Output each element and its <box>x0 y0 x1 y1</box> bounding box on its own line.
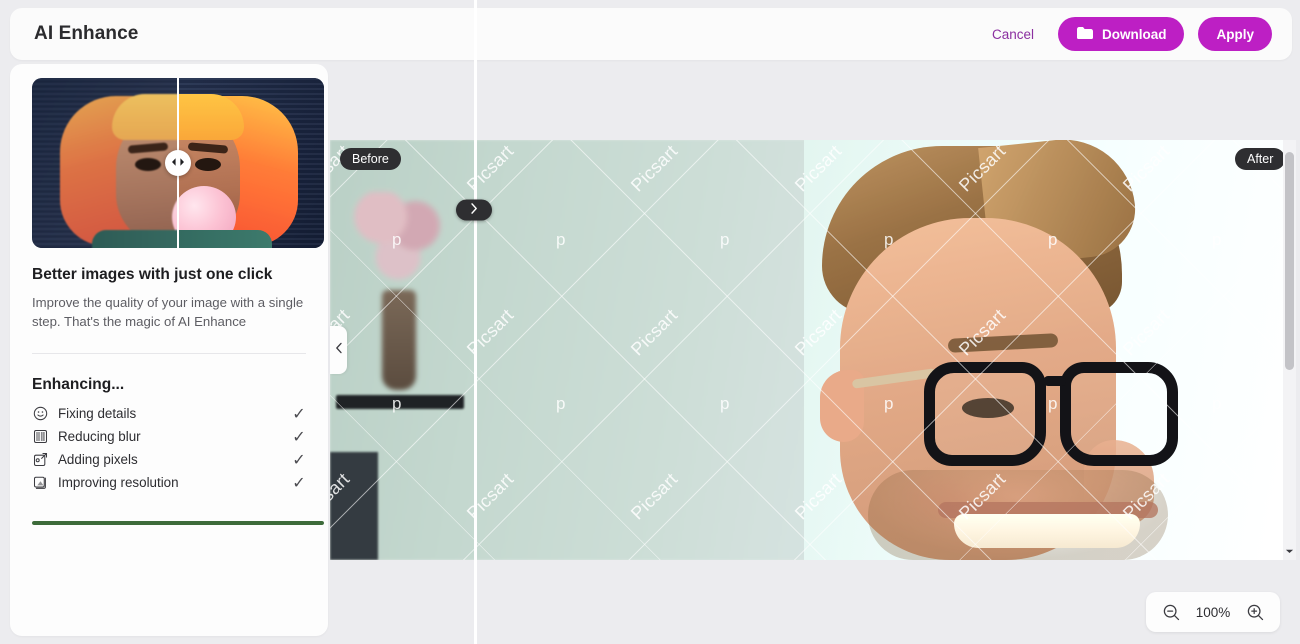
chevron-right-icon <box>470 201 478 219</box>
chevron-left-icon <box>335 341 343 359</box>
download-tray-icon <box>1076 26 1094 43</box>
resolution-icon <box>32 474 49 491</box>
page-title: AI Enhance <box>34 23 139 44</box>
preview-before-half <box>32 78 178 248</box>
zoom-control-bar: 100% <box>1146 592 1280 632</box>
image-before-half <box>330 140 804 560</box>
preview-compare-handle[interactable] <box>165 150 191 176</box>
cancel-button[interactable]: Cancel <box>982 21 1044 48</box>
list-item: Reducing blur ✓ <box>32 425 306 448</box>
zoom-level-value: 100% <box>1195 604 1231 620</box>
check-icon: ✓ <box>292 451 306 469</box>
magnifier-minus-icon[interactable] <box>1160 601 1182 623</box>
status-badge-before: Before <box>340 148 401 170</box>
enhancing-steps-list: Fixing details ✓ Reducing blur ✓ Adding … <box>32 402 306 494</box>
canvas-vertical-scrollbar[interactable] <box>1283 140 1296 560</box>
check-icon: ✓ <box>292 474 306 492</box>
download-button-label: Download <box>1101 26 1167 42</box>
list-item-label: Reducing blur <box>58 429 141 445</box>
blur-grid-icon <box>32 428 49 445</box>
header-actions: Cancel Download Apply <box>982 17 1272 51</box>
card-title: Better images with just one click <box>32 266 273 283</box>
before-after-preview-thumbnail[interactable] <box>32 78 324 248</box>
list-item: Adding pixels ✓ <box>32 448 306 471</box>
compare-slider-handle[interactable] <box>456 199 492 221</box>
card-description: Improve the quality of your image with a… <box>32 295 304 330</box>
enhancing-progress-bar <box>32 521 324 526</box>
smiley-face-icon <box>32 405 49 422</box>
add-pixels-icon <box>32 451 49 468</box>
download-button[interactable]: Download <box>1057 17 1185 51</box>
scrollbar-thumb[interactable] <box>1285 152 1294 370</box>
list-item-label: Adding pixels <box>58 452 138 468</box>
left-right-arrows-icon <box>170 154 186 172</box>
chevron-down-icon[interactable] <box>1283 544 1296 558</box>
sidebar-divider <box>32 353 306 355</box>
check-icon: ✓ <box>292 428 306 446</box>
list-item: Improving resolution ✓ <box>32 471 306 494</box>
image-after-half <box>804 140 1290 560</box>
list-item-label: Fixing details <box>58 406 137 422</box>
preview-after-half <box>178 78 324 248</box>
sidebar-collapse-handle[interactable] <box>330 326 347 374</box>
status-badge-after: After <box>1235 148 1286 170</box>
app-root: AI Enhance Cancel Download Apply Better … <box>0 0 1300 644</box>
magnifier-plus-icon[interactable] <box>1244 601 1266 623</box>
sidebar-panel: Better images with just one click Improv… <box>10 64 328 636</box>
app-header: AI Enhance Cancel Download Apply <box>10 8 1292 60</box>
list-item-label: Improving resolution <box>58 475 179 491</box>
check-icon: ✓ <box>292 405 306 423</box>
enhancing-section-title: Enhancing... <box>32 376 125 394</box>
enhancing-progress-fill <box>32 521 324 526</box>
compare-divider-line <box>474 0 477 644</box>
list-item: Fixing details ✓ <box>32 402 306 425</box>
apply-button[interactable]: Apply <box>1198 17 1272 51</box>
